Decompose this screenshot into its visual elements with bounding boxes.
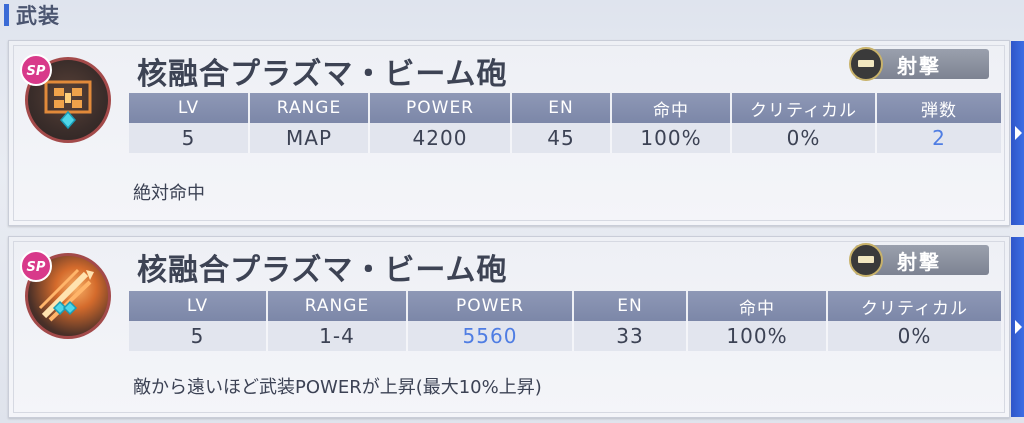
weapon-icon-container: SP: [19, 53, 115, 149]
value-critical: 0%: [731, 123, 877, 153]
value-accuracy: 100%: [611, 123, 732, 153]
weapon-type-label: 射撃: [897, 250, 941, 274]
value-lv: 5: [129, 321, 268, 351]
weapon-name: 核融合プラズマ・ビーム砲: [137, 253, 508, 288]
weapon-type-badge: 射撃: [849, 243, 989, 277]
header-en: EN: [573, 291, 688, 321]
header-critical: クリティカル: [827, 291, 1001, 321]
stats-value-row: 5 MAP 4200 45 100% 0% 2: [129, 123, 1001, 153]
header-critical: クリティカル: [731, 93, 877, 123]
header-lv: LV: [129, 291, 268, 321]
stats-header-row: LV RANGE POWER EN 命中 クリティカル 弾数: [129, 93, 1001, 123]
value-range: 1-4: [267, 321, 408, 351]
value-lv: 5: [129, 123, 250, 153]
weapon-type-label: 射撃: [897, 54, 941, 78]
sp-badge-icon: SP: [20, 250, 52, 282]
card-expand-arrow[interactable]: [1011, 237, 1024, 417]
gun-icon: [849, 47, 883, 81]
header-accuracy: 命中: [611, 93, 732, 123]
value-accuracy: 100%: [687, 321, 828, 351]
gun-icon: [849, 243, 883, 277]
weapon-description: 絶対命中: [133, 183, 205, 204]
weapon-name: 核融合プラズマ・ビーム砲: [137, 57, 508, 92]
svg-text:SP: SP: [27, 64, 46, 79]
header-range: RANGE: [249, 93, 370, 123]
value-range: MAP: [249, 123, 370, 153]
header-range: RANGE: [267, 291, 408, 321]
header-en: EN: [511, 93, 612, 123]
section-accent-bar: [4, 4, 9, 26]
svg-text:SP: SP: [27, 260, 46, 275]
header-power: POWER: [369, 93, 512, 123]
section-header: 武装: [0, 0, 1024, 36]
weapon-type-badge: 射撃: [849, 47, 989, 81]
value-power: 4200: [369, 123, 512, 153]
value-critical: 0%: [827, 321, 1001, 351]
value-ammo: 2: [876, 123, 1001, 153]
header-ammo: 弾数: [876, 93, 1001, 123]
weapon-card-2[interactable]: SP 核融合プラズマ・ビーム砲 射撃 LV RANGE POWER EN 命中 …: [8, 236, 1024, 418]
stats-header-row: LV RANGE POWER EN 命中 クリティカル: [129, 291, 1001, 321]
card-expand-arrow[interactable]: [1011, 41, 1024, 225]
weapon-description: 敵から遠いほど武装POWERが上昇(最大10%上昇): [133, 377, 542, 398]
header-accuracy: 命中: [687, 291, 828, 321]
stats-value-row: 5 1-4 5560 33 100% 0%: [129, 321, 1001, 351]
header-lv: LV: [129, 93, 250, 123]
weapon-stats-table: LV RANGE POWER EN 命中 クリティカル 弾数 5 MAP 420…: [129, 93, 1001, 153]
value-power: 5560: [407, 321, 574, 351]
value-en: 33: [573, 321, 688, 351]
weapon-icon-container: SP: [19, 249, 115, 345]
weapon-card-1[interactable]: SP 核融合プラズマ・ビーム砲 射撃 LV RANGE POWER EN 命中 …: [8, 40, 1024, 226]
sp-badge-icon: SP: [20, 54, 52, 86]
header-power: POWER: [407, 291, 574, 321]
value-en: 45: [511, 123, 612, 153]
weapon-stats-table: LV RANGE POWER EN 命中 クリティカル 5 1-4 5560 3…: [129, 291, 1001, 351]
section-title: 武装: [16, 4, 60, 28]
